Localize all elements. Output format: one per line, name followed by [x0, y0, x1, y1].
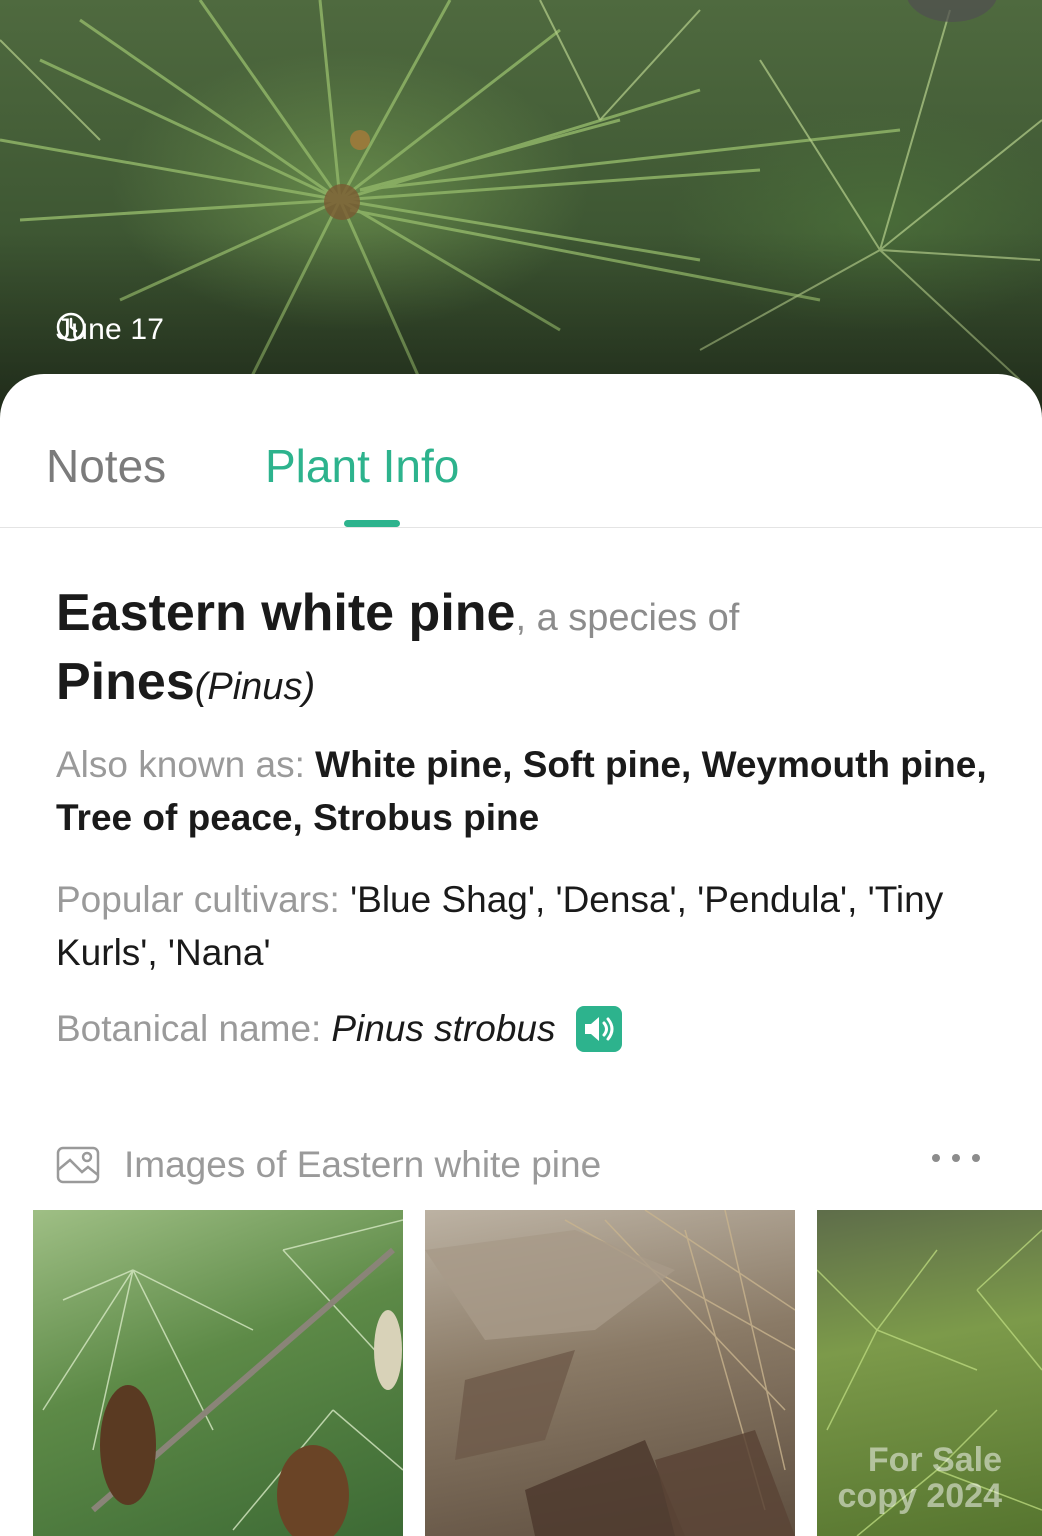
popular-cultivars: Popular cultivars: 'Blue Shag', 'Densa',… [56, 873, 996, 979]
plant-info-card: Notes Plant Info Eastern white pine, a s… [0, 374, 1042, 1536]
common-name: Eastern white pine [56, 584, 516, 642]
pine-cones-ground-photo [425, 1210, 795, 1536]
tab-bar: Notes Plant Info [0, 374, 1042, 528]
plant-detail-screen: June 17 Notes Plant Info Eastern white p… [0, 0, 1042, 1536]
gallery-image-2[interactable] [425, 1210, 795, 1536]
genus-name[interactable]: Pines [56, 653, 195, 711]
cultivars-label: Popular cultivars: [56, 879, 340, 920]
gallery-image-3[interactable]: For Sale copy 2024 [817, 1210, 1042, 1536]
watermark: For Sale copy 2024 [838, 1442, 1002, 1514]
image-icon [56, 1146, 100, 1184]
botanical-label: Botanical name: [56, 1008, 322, 1049]
gallery-image-1[interactable] [33, 1210, 403, 1536]
photo-shade [0, 0, 1042, 420]
watermark-line-1: For Sale [867, 1441, 1002, 1479]
active-tab-indicator [344, 520, 400, 527]
species-connector: , a species of [515, 597, 740, 639]
clock-icon [56, 312, 86, 342]
botanical-name: Botanical name: Pinus strobus [56, 1002, 996, 1055]
speaker-icon [584, 1016, 613, 1041]
image-gallery: For Sale copy 2024 [0, 1210, 1042, 1536]
also-known-as: Also known as: White pine, Soft pine, We… [56, 738, 996, 844]
watermark-line-2: copy 2024 [837, 1477, 1002, 1515]
images-section-header: Images of Eastern white pine [56, 1140, 986, 1190]
genus-latin: (Pinus) [194, 666, 316, 708]
pine-branch-photo [42, 1219, 403, 1536]
pronounce-button[interactable] [575, 1005, 622, 1052]
aka-label: Also known as: [56, 744, 305, 785]
more-icon[interactable] [930, 1148, 982, 1168]
images-section-title: Images of Eastern white pine [124, 1144, 602, 1185]
tab-plant-info[interactable]: Plant Info [265, 438, 459, 494]
species-title: Eastern white pine, a species of Pines(P… [56, 581, 996, 719]
plant-photo: June 17 [0, 0, 1042, 420]
botanical-value: Pinus strobus [331, 1008, 556, 1049]
tab-notes[interactable]: Notes [46, 438, 166, 494]
photo-date: June 17 [56, 312, 164, 348]
